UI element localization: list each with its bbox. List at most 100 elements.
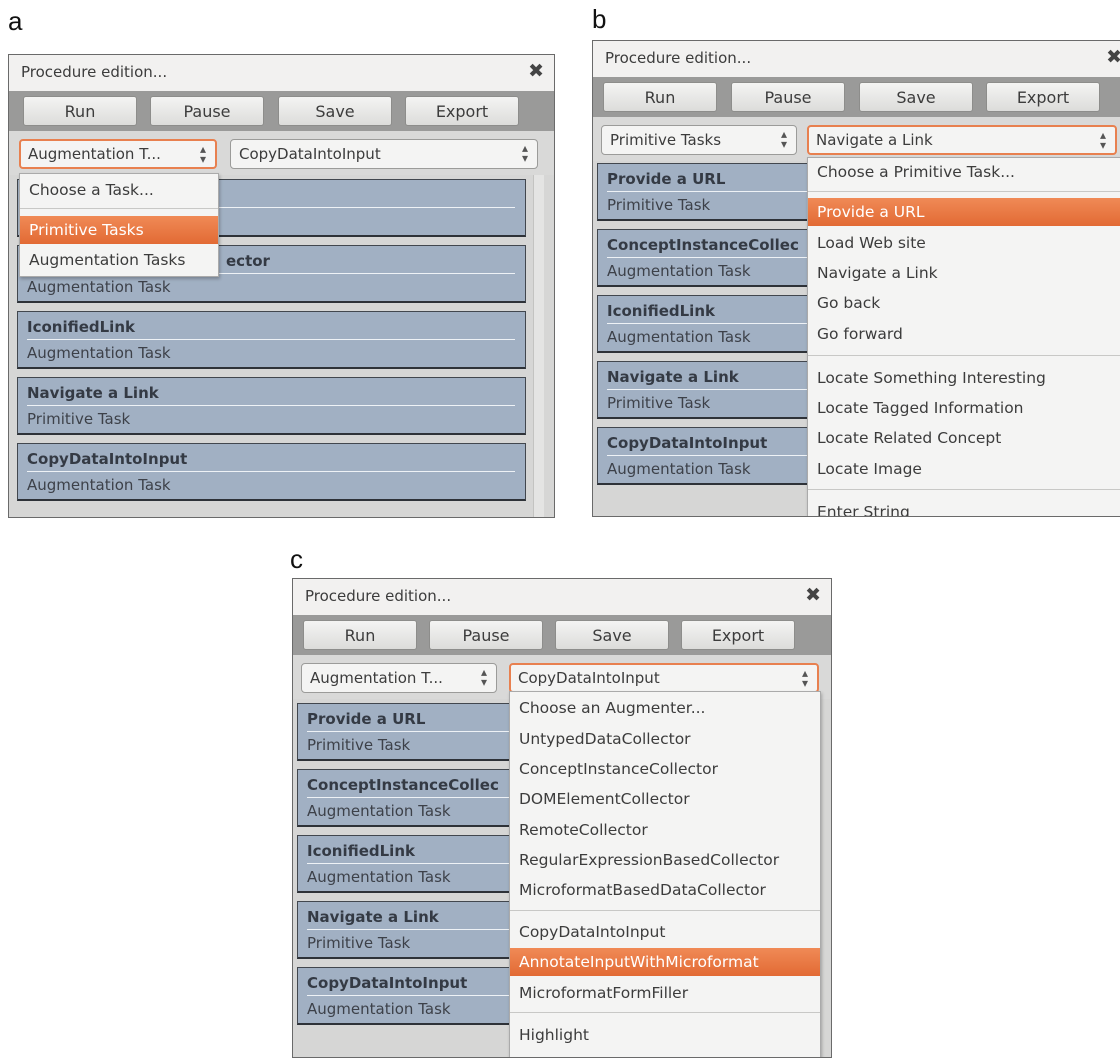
task-type: Augmentation Task [607,262,751,280]
task-card[interactable]: IconifiedLink Augmentation Task [17,311,526,369]
menu-item[interactable]: Choose a Task... [20,176,218,204]
scrollbar[interactable] [533,175,544,517]
task-name: CopyDataIntoInput [27,450,188,468]
spinner-icon: ▴ ▾ [521,141,528,165]
spinner-icon: ▴ ▾ [199,142,206,166]
task-type: Augmentation Task [27,278,171,296]
task-name: CopyDataIntoInput [607,434,768,452]
close-icon[interactable]: ✖ [528,61,544,81]
save-button[interactable]: Save [859,82,973,112]
menu-item[interactable]: Locate Tagged Information [808,394,1120,422]
spinner-icon: ▴ ▾ [801,666,808,690]
run-button[interactable]: Run [23,96,137,126]
task-type: Augmentation Task [27,344,171,362]
menu-item[interactable]: Locate Related Concept [808,424,1120,452]
menu-item[interactable]: RemoteCollector [510,816,820,844]
task-name: CopyDataIntoInput [307,974,468,992]
menu-separator [808,489,1120,490]
task-type: Primitive Task [607,394,711,412]
task-type: Primitive Task [27,410,131,428]
menu-separator [808,191,1120,192]
task-name: Provide a URL [607,170,726,188]
menu-item[interactable]: ConceptInstanceCollector [510,755,820,783]
task-card[interactable]: Navigate a Link Primitive Task [17,377,526,435]
task-name: Provide a URL [307,710,426,728]
menu-item[interactable]: Locate Image [808,455,1120,483]
save-button[interactable]: Save [278,96,392,126]
task-type: Augmentation Task [307,1000,451,1018]
task-type: Primitive Task [607,196,711,214]
menu-item[interactable]: MicroformatBasedDataCollector [510,876,820,904]
title-bar: Procedure edition... ✖ [593,41,1120,77]
task-card[interactable]: CopyDataIntoInput Augmentation Task [17,443,526,501]
task-value: Navigate a Link [816,131,933,149]
menu-separator [20,208,218,209]
menu-item[interactable]: Load Web site [808,229,1120,257]
menu-item[interactable]: DOMElementCollector [510,785,820,813]
task-name: ConceptInstanceCollec [607,236,799,254]
panel-label-b: b [592,4,607,34]
menu-item[interactable]: Navigate a Link [808,259,1120,287]
title-bar: Procedure edition... ✖ [293,579,831,615]
menu-item[interactable]: MicroformatFormFiller [510,979,820,1007]
menu-item[interactable]: RegularExpressionBasedCollector [510,846,820,874]
task-type: Primitive Task [307,934,411,952]
menu-item-selected[interactable]: Provide a URL [808,198,1120,226]
run-button[interactable]: Run [603,82,717,112]
task-category-select[interactable]: Primitive Tasks ▴ ▾ [601,125,797,155]
export-button[interactable]: Export [986,82,1100,112]
task-name: IconifiedLink [27,318,135,336]
toolbar: Run Pause Save Export [293,615,831,655]
procedure-window-c: Procedure edition... ✖ Run Pause Save Ex… [292,578,832,1058]
task-select[interactable]: Navigate a Link ▴ ▾ [807,125,1117,155]
run-button[interactable]: Run [303,620,417,650]
augmenter-select[interactable]: CopyDataIntoInput ▴ ▾ [509,663,819,693]
menu-item-selected[interactable]: AnnotateInputWithMicroformat [510,948,820,976]
augmenter-value: CopyDataIntoInput [518,669,660,687]
task-category-select[interactable]: Augmentation T... ▴ ▾ [19,139,217,169]
procedure-window-b: Procedure edition... ✖ Run Pause Save Ex… [592,40,1120,517]
export-button[interactable]: Export [681,620,795,650]
task-category-select[interactable]: Augmentation T... ▴ ▾ [301,663,497,693]
pause-button[interactable]: Pause [150,96,264,126]
task-name: ConceptInstanceCollec [307,776,499,794]
menu-item[interactable]: Go forward [808,320,1120,348]
menu-item[interactable]: CopyDataIntoInput [510,918,820,946]
menu-item[interactable]: Enter String [808,498,1120,516]
window-title: Procedure edition... [605,49,752,67]
menu-separator [510,910,820,911]
task-dropdown: Choose a Primitive Task... Provide a URL… [807,157,1120,516]
title-bar: Procedure edition... ✖ [9,55,554,91]
toolbar: Run Pause Save Export [9,91,554,131]
menu-item[interactable]: Augmentation Tasks [20,246,218,274]
toolbar: Run Pause Save Export [593,77,1120,117]
menu-item[interactable]: Highlight [510,1021,820,1049]
task-category-dropdown: Choose a Task... Primitive Tasks Augment… [19,173,219,277]
menu-item[interactable]: Locate Something Interesting [808,364,1120,392]
menu-separator [808,355,1120,356]
selector-row: Primitive Tasks ▴ ▾ Navigate a Link ▴ ▾ [593,117,1120,161]
close-icon[interactable]: ✖ [805,585,821,605]
menu-item[interactable]: Choose a Primitive Task... [808,158,1120,186]
pause-button[interactable]: Pause [429,620,543,650]
augmenter-dropdown: Choose an Augmenter... UntypedDataCollec… [509,691,821,1057]
pause-button[interactable]: Pause [731,82,845,112]
selector-row: Augmentation T... ▴ ▾ CopyDataIntoInput ▴… [9,131,554,175]
menu-item-selected[interactable]: Primitive Tasks [20,216,218,244]
task-type: Augmentation Task [27,476,171,494]
window-title: Procedure edition... [21,63,168,81]
save-button[interactable]: Save [555,620,669,650]
task-name: Navigate a Link [607,368,739,386]
task-category-value: Primitive Tasks [610,131,722,149]
close-icon[interactable]: ✖ [1106,47,1120,67]
menu-item[interactable]: Go back [808,289,1120,317]
export-button[interactable]: Export [405,96,519,126]
task-category-value: Augmentation T... [28,145,161,163]
menu-item[interactable]: UntypedDataCollector [510,725,820,753]
task-name: IconifiedLink [307,842,415,860]
task-type: Primitive Task [307,736,411,754]
task-select[interactable]: CopyDataIntoInput ▴ ▾ [230,139,538,169]
menu-item[interactable]: Choose an Augmenter... [510,694,820,722]
task-type: Augmentation Task [307,802,451,820]
spinner-icon: ▴ ▾ [1099,128,1106,152]
